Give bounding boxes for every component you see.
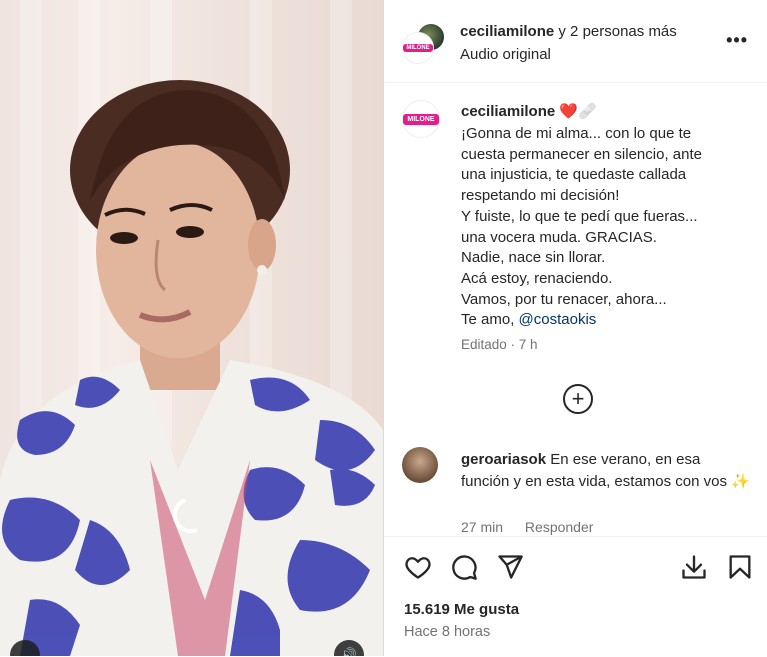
caption-line: respetando mi decisión! — [461, 187, 620, 205]
avatar[interactable]: MILONE — [402, 100, 440, 138]
username-link[interactable]: geroariasok — [461, 451, 546, 468]
reply-button[interactable]: Responder — [525, 519, 594, 535]
caption-line: una vocera muda. GRACIAS. — [461, 228, 657, 246]
post-media[interactable]: 🔊 — [0, 0, 383, 656]
header-title: ceciliamilone y 2 personas más — [460, 23, 677, 40]
collaborators-text[interactable]: y 2 personas más — [554, 23, 676, 40]
person-illustration — [0, 80, 383, 656]
audio-link[interactable]: Audio original — [460, 46, 551, 63]
milone-logo: MILONE — [403, 113, 439, 125]
post-header: MILONE ceciliamilone y 2 personas más Au… — [384, 0, 767, 83]
caption-header: ceciliamilone ❤️🩹 — [461, 102, 597, 120]
more-horizontal-icon[interactable]: ••• — [726, 30, 748, 51]
bookmark-icon[interactable] — [726, 553, 754, 581]
post-actions: 15.619 Me gusta Hace 8 horas — [384, 536, 767, 657]
avatar[interactable] — [402, 447, 438, 483]
post-side-panel: MILONE ceciliamilone y 2 personas más Au… — [383, 0, 767, 656]
avatar[interactable]: MILONE — [402, 32, 434, 64]
caption-line: Y fuiste, lo que te pedí que fueras... — [461, 207, 698, 225]
caption-line: Vamos, por tu renacer, ahora... — [461, 290, 667, 308]
caption-text: ¡Gonna de mi alma... con lo que te cuest… — [461, 124, 751, 331]
heart-bandage-emoji: ❤️🩹 — [555, 103, 597, 120]
comment-time: 27 min — [461, 519, 504, 535]
post-time: Hace 8 horas — [404, 624, 491, 640]
likes-count[interactable]: 15.619 Me gusta — [404, 601, 519, 618]
caption-line: Acá estoy, renaciendo. — [461, 269, 613, 287]
comment-meta: 27 min Responder — [461, 519, 611, 535]
comment-text: geroariasok En ese verano, en esa funció… — [461, 449, 751, 493]
caption-meta: Editado · 7 h — [461, 337, 538, 352]
caption-line: una injusticia, te quedaste callada — [461, 166, 687, 184]
caption-line: ¡Gonna de mi alma... con lo que te — [461, 125, 692, 142]
caption-line: Te amo, @costaokis — [461, 310, 751, 331]
username-link[interactable]: ceciliamilone — [460, 23, 554, 40]
plus-circle-icon: + — [571, 386, 585, 411]
collab-avatars[interactable]: MILONE — [402, 22, 446, 64]
share-icon[interactable] — [496, 553, 524, 581]
milone-logo: MILONE — [403, 44, 433, 52]
download-icon[interactable] — [680, 553, 708, 581]
caption-line: cuesta permanecer en silencio, ante — [461, 145, 702, 163]
caption-line: Nadie, nace sin llorar. — [461, 249, 606, 267]
heart-icon[interactable] — [404, 553, 432, 581]
mention-link[interactable]: @costaokis — [519, 311, 597, 328]
username-link[interactable]: ceciliamilone — [461, 103, 555, 120]
load-more-comments-button[interactable]: + — [563, 384, 593, 414]
caption-line-text: Te amo, — [461, 311, 519, 329]
comment-icon[interactable] — [450, 553, 478, 581]
